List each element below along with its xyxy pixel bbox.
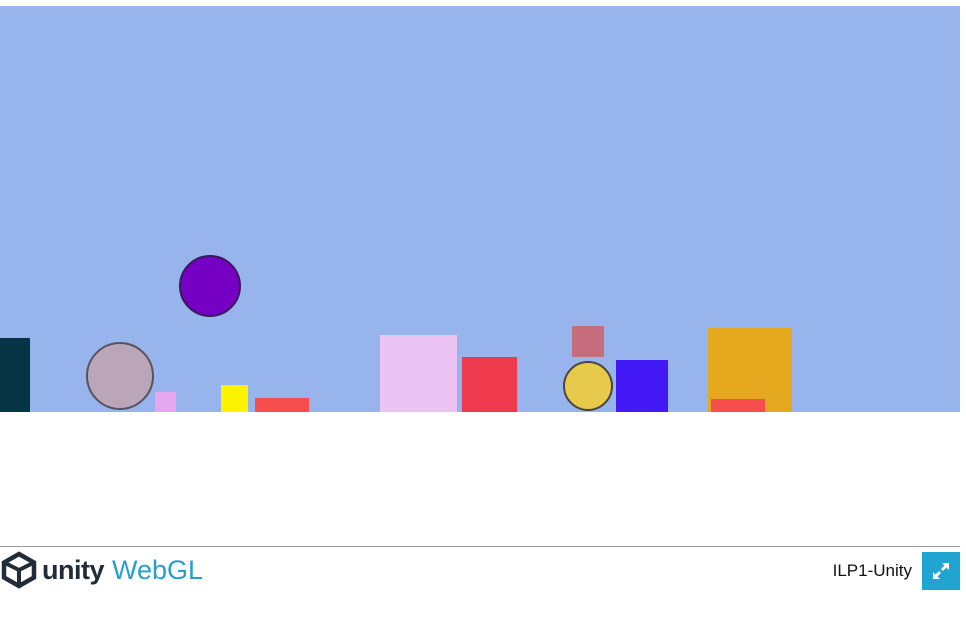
fullscreen-expand-icon bbox=[933, 563, 949, 579]
footer-divider bbox=[0, 546, 960, 547]
dusty-rose-block bbox=[572, 326, 604, 357]
purple-ball bbox=[179, 255, 241, 317]
crimson-block bbox=[462, 357, 517, 412]
lavender-block bbox=[380, 335, 457, 412]
blue-block bbox=[616, 360, 668, 412]
mauve-ball bbox=[86, 342, 154, 410]
game-canvas[interactable] bbox=[0, 6, 960, 412]
unity-cube-icon bbox=[1, 551, 37, 589]
unity-webgl-logo: unity WebGL bbox=[0, 550, 203, 590]
fullscreen-button[interactable] bbox=[922, 552, 960, 590]
dark-teal-block bbox=[0, 338, 30, 412]
red-slab bbox=[255, 398, 309, 412]
red-slab-2 bbox=[711, 399, 765, 412]
build-title: ILP1-Unity bbox=[832, 561, 912, 580]
logo-word-unity: unity bbox=[42, 554, 105, 585]
logo-word-webgl: WebGL bbox=[112, 554, 204, 585]
small-yellow-block bbox=[221, 385, 248, 412]
small-pink-block bbox=[155, 392, 176, 412]
yellow-ball bbox=[563, 361, 613, 411]
